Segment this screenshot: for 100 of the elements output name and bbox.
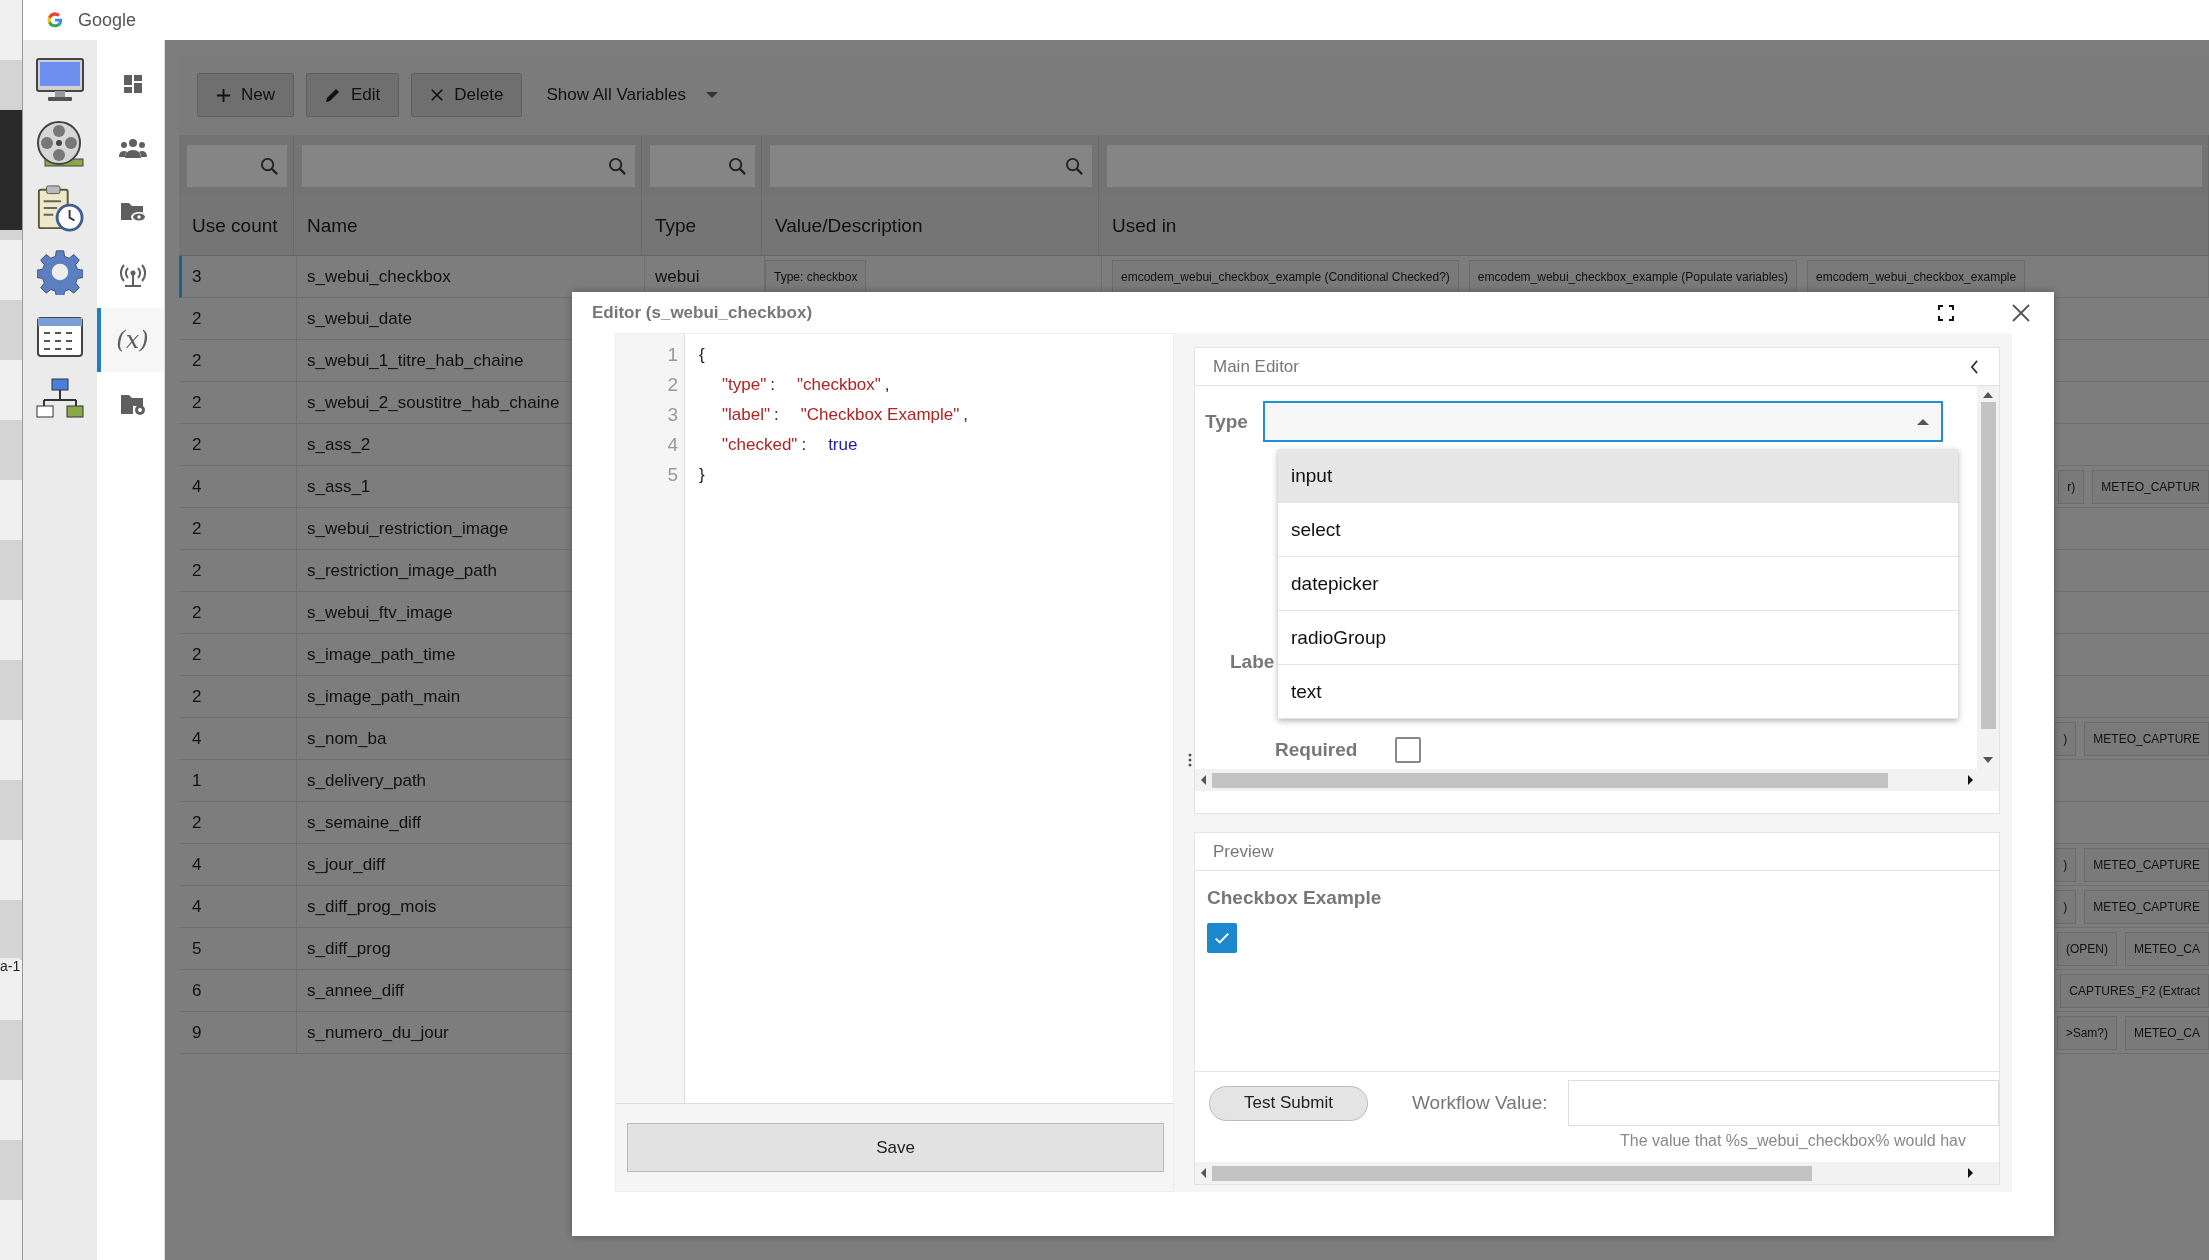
column-filter-field[interactable] xyxy=(650,145,755,187)
column-filter-field[interactable] xyxy=(302,145,635,187)
close-icon[interactable] xyxy=(2012,303,2030,322)
dropdown-option[interactable]: text xyxy=(1278,665,1958,719)
column-header[interactable]: Used in xyxy=(1112,215,1177,237)
column-header[interactable]: Name xyxy=(307,215,358,237)
horizontal-scrollbar[interactable] xyxy=(1195,769,1999,791)
table-cell: webui xyxy=(655,266,700,287)
horizontal-scrollbar[interactable] xyxy=(1195,1162,1999,1184)
workflow-tag[interactable]: ) xyxy=(2054,721,2077,756)
table-cell: 5 xyxy=(192,938,202,959)
workflow-tag[interactable]: METEO_CAPTURE xyxy=(2084,889,2209,924)
table-cell: 1 xyxy=(192,770,202,791)
google-logo-icon xyxy=(46,11,64,29)
selected-nav-item[interactable]: (x) xyxy=(97,308,164,372)
column-header[interactable]: Value/Description xyxy=(775,215,923,237)
workflow-tag[interactable]: METEO_CA xyxy=(2125,931,2209,966)
vertical-scrollbar[interactable] xyxy=(1977,386,1999,769)
table-cell: 2 xyxy=(192,644,202,665)
type-select[interactable] xyxy=(1262,401,1943,442)
table-cell: s_webui_1_titre_hab_chaine xyxy=(307,350,524,371)
save-button[interactable]: Save xyxy=(627,1123,1164,1172)
workflow-value-field[interactable] xyxy=(1567,1080,1999,1126)
fullscreen-icon[interactable] xyxy=(1938,304,1954,321)
table-cell: 9 xyxy=(192,1022,202,1043)
workflow-tag[interactable]: METEO_CA xyxy=(2125,1015,2209,1050)
required-checkbox[interactable] xyxy=(1395,737,1422,763)
table-cell: s_restriction_image_path xyxy=(307,560,497,581)
table-cell: s_semaine_diff xyxy=(307,812,422,833)
background-window-text: a-1 xyxy=(0,958,21,974)
workflow-tag[interactable]: ) xyxy=(2054,889,2077,924)
workflow-tag[interactable]: emcodem_webui_checkbox_example (Populate variables) xyxy=(1468,259,1798,294)
line-number: 4 xyxy=(667,434,678,456)
table-cell: s_nom_ba xyxy=(307,728,387,749)
table-cell: 2 xyxy=(192,434,202,455)
dropdown-option[interactable]: select xyxy=(1278,503,1958,557)
add-button[interactable]: New xyxy=(197,73,294,117)
search-icon xyxy=(728,156,747,176)
splitter-handle-icon[interactable] xyxy=(1188,753,1192,767)
search-icon xyxy=(1065,156,1084,176)
table-cell: s_webui_checkbox xyxy=(307,266,451,287)
users-icon xyxy=(118,138,147,158)
code-line: } xyxy=(699,465,705,485)
folder-gear-icon xyxy=(118,392,147,416)
table-cell: s_webui_ftv_image xyxy=(307,602,453,623)
film-reel-icon[interactable] xyxy=(35,119,85,169)
column-header[interactable]: Use count xyxy=(192,215,278,237)
table-cell: 6 xyxy=(192,980,202,1001)
column-header[interactable]: Type xyxy=(655,215,697,237)
workflow-tag[interactable]: >Sam?) xyxy=(2056,1015,2117,1050)
preview-checkbox[interactable] xyxy=(1207,923,1237,953)
test-submit-button[interactable]: Test Submit xyxy=(1209,1085,1368,1121)
table-cell: 4 xyxy=(192,896,202,917)
table-cell: s_image_path_main xyxy=(307,686,461,707)
gear-icon[interactable] xyxy=(37,249,83,295)
workflow-tag[interactable]: CAPTURES_F2 (Extract xyxy=(2060,973,2209,1008)
code-editor[interactable]: 1 2 3 4 5 { "type" : "checkbox" , "label" : "Checkbox Example" , "checked" : true } xyxy=(616,334,1173,1103)
table-cell: 2 xyxy=(192,518,202,539)
table-cell: 4 xyxy=(192,728,202,749)
search-icon xyxy=(608,156,627,176)
panel-title: Preview xyxy=(1213,841,1274,862)
field-label: Type xyxy=(1205,410,1248,433)
workflow-tag[interactable]: METEO_CAPTURE xyxy=(2084,847,2209,882)
workflow-value-hint: The value that %s_webui_checkbox% would hav xyxy=(1620,1132,1967,1150)
table-cell: s_annee_diff xyxy=(307,980,405,1001)
table-cell: 4 xyxy=(192,854,202,875)
cross-icon xyxy=(430,88,445,102)
dropdown-option[interactable]: radioGroup xyxy=(1278,611,1958,665)
code-line: { xyxy=(699,345,705,365)
table-cell: s_delivery_path xyxy=(307,770,427,791)
table-cell: 2 xyxy=(192,812,202,833)
plus-icon xyxy=(216,87,231,103)
chevron-left-icon[interactable] xyxy=(1970,359,1979,374)
delete-button[interactable]: Delete xyxy=(411,73,523,117)
table-cell: s_diff_prog_mois xyxy=(307,896,437,917)
column-filter-field[interactable] xyxy=(770,145,1092,187)
browser-tab-title[interactable]: Google xyxy=(78,9,137,31)
table-cell: s_webui_restriction_image xyxy=(307,518,509,539)
clipboard-clock-icon[interactable] xyxy=(36,184,84,232)
workflow-tag[interactable]: emcodem_webui_checkbox_example (Conditional Checked?) xyxy=(1112,259,1459,294)
workflow-tag[interactable]: METEO_CAPTURE xyxy=(2084,721,2209,756)
workflow-tag[interactable]: METEO_CAPTUR xyxy=(2092,469,2209,504)
workflow-tag[interactable]: (OPEN) xyxy=(2057,931,2117,966)
variable-filter-dropdown[interactable]: Show All Variables xyxy=(534,85,718,105)
table-cell: 2 xyxy=(192,686,202,707)
workflow-tag[interactable]: r) xyxy=(2058,469,2085,504)
column-filter-field[interactable] xyxy=(187,145,287,187)
dropdown-option[interactable]: input xyxy=(1278,449,1958,503)
table-cell: s_image_path_time xyxy=(307,644,456,665)
table-cell: 2 xyxy=(192,602,202,623)
line-number: 1 xyxy=(667,344,678,366)
dropdown-option[interactable]: datepicker xyxy=(1278,557,1958,611)
workflow-tag[interactable]: emcodem_webui_checkbox_example xyxy=(1807,259,2026,294)
workflow-value-label: Workflow Value: xyxy=(1412,1092,1548,1114)
code-line: "label" : "Checkbox Example" , xyxy=(722,405,968,425)
value-tag: Type: checkbox xyxy=(765,259,867,294)
edit-button[interactable]: Edit xyxy=(306,73,400,117)
monitor-icon[interactable] xyxy=(35,57,85,103)
workflow-tag[interactable]: ) xyxy=(2054,847,2077,882)
table-cell: 2 xyxy=(192,392,202,413)
